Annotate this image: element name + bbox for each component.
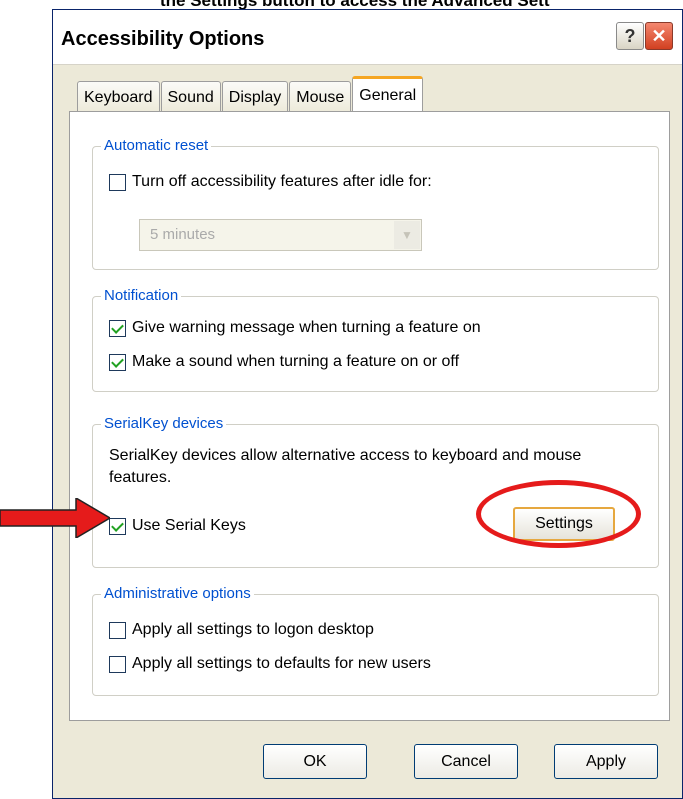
- close-icon: ✕: [651, 25, 667, 46]
- use-serial-keys-label: Use Serial Keys: [132, 517, 246, 534]
- idle-turn-off-label: Turn off accessibility features after id…: [132, 173, 432, 190]
- warning-message-checkbox[interactable]: [109, 319, 126, 337]
- logon-desktop-row[interactable]: Apply all settings to logon desktop: [109, 621, 374, 639]
- idle-turn-off-checkbox[interactable]: [109, 173, 126, 191]
- use-serial-keys-checkbox[interactable]: [109, 517, 126, 535]
- warning-message-row[interactable]: Give warning message when turning a feat…: [109, 319, 481, 337]
- help-icon: ?: [624, 25, 636, 46]
- general-tab-page: Automatic reset Turn off accessibility f…: [69, 111, 670, 721]
- idle-time-select: 5 minutes ▼: [139, 219, 422, 251]
- red-arrow-icon: [0, 498, 110, 538]
- serialkey-title: SerialKey devices: [101, 415, 227, 432]
- highlight-circle: [476, 480, 641, 548]
- notification-group: Notification Give warning message when t…: [92, 287, 659, 392]
- tab-display[interactable]: Display: [221, 81, 289, 114]
- new-users-defaults-label: Apply all settings to defaults for new u…: [132, 655, 431, 672]
- new-users-defaults-row[interactable]: Apply all settings to defaults for new u…: [109, 655, 431, 673]
- window-title: Accessibility Options: [61, 28, 265, 50]
- tab-keyboard[interactable]: Keyboard: [77, 81, 160, 114]
- notification-title: Notification: [101, 287, 182, 304]
- use-serial-keys-row[interactable]: Use Serial Keys: [109, 517, 246, 535]
- chevron-down-icon: ▼: [394, 221, 420, 249]
- automatic-reset-title: Automatic reset: [101, 137, 212, 154]
- tab-mouse[interactable]: Mouse: [289, 81, 352, 114]
- sound-feature-checkbox[interactable]: [109, 353, 126, 371]
- title-bar: Accessibility Options ? ✕: [53, 10, 682, 65]
- administrative-options-title: Administrative options: [101, 585, 254, 602]
- idle-turn-off-row[interactable]: Turn off accessibility features after id…: [109, 173, 432, 191]
- apply-button[interactable]: Apply: [554, 744, 658, 779]
- sound-feature-row[interactable]: Make a sound when turning a feature on o…: [109, 353, 459, 371]
- tab-general[interactable]: General: [352, 76, 424, 114]
- administrative-options-group: Administrative options Apply all setting…: [92, 585, 659, 696]
- ok-button[interactable]: OK: [263, 744, 367, 779]
- warning-message-label: Give warning message when turning a feat…: [132, 319, 481, 336]
- accessibility-options-dialog: Accessibility Options ? ✕ Keyboard Sound…: [52, 9, 683, 799]
- sound-feature-label: Make a sound when turning a feature on o…: [132, 353, 460, 370]
- new-users-defaults-checkbox[interactable]: [109, 655, 126, 673]
- automatic-reset-group: Automatic reset Turn off accessibility f…: [92, 137, 659, 270]
- tab-strip: Keyboard Sound Display Mouse General: [77, 76, 424, 114]
- tab-sound[interactable]: Sound: [160, 81, 221, 114]
- help-button[interactable]: ?: [616, 22, 644, 50]
- logon-desktop-checkbox[interactable]: [109, 621, 126, 639]
- close-button[interactable]: ✕: [645, 22, 673, 50]
- logon-desktop-label: Apply all settings to logon desktop: [132, 621, 374, 638]
- cancel-button[interactable]: Cancel: [414, 744, 518, 779]
- idle-time-value: 5 minutes: [150, 226, 216, 243]
